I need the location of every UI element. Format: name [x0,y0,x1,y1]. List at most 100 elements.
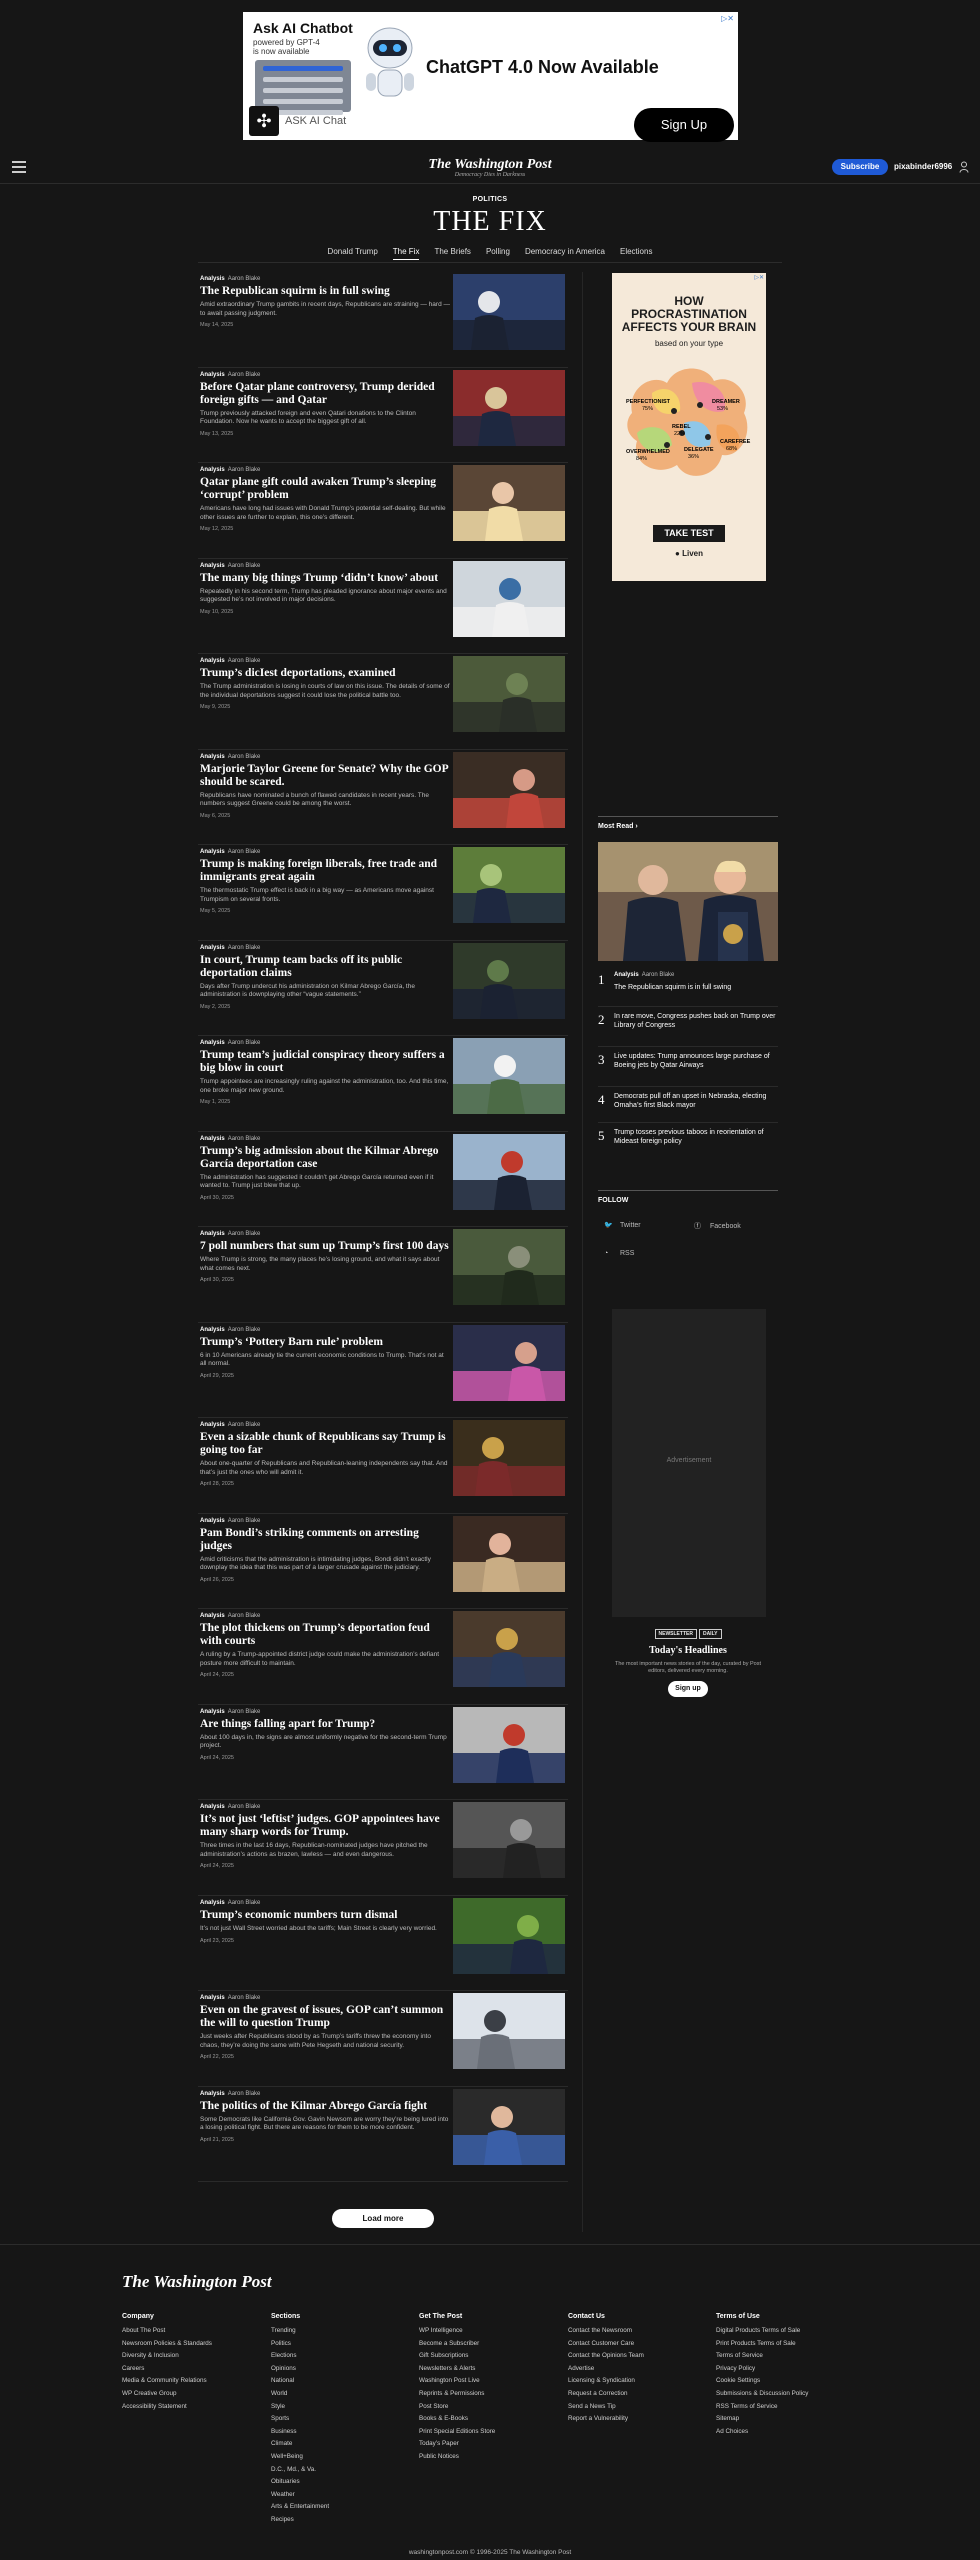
footer-link[interactable]: About The Post [122,2325,262,2338]
footer-link[interactable]: Post Store [419,2401,559,2414]
take-test-button[interactable]: TAKE TEST [653,525,725,542]
article-headline[interactable]: Marjorie Taylor Greene for Senate? Why t… [200,763,450,789]
footer-link[interactable]: Digital Products Terms of Sale [716,2325,856,2338]
most-read-author[interactable]: Aaron Blake [642,972,675,978]
article-thumbnail[interactable] [453,1993,565,2069]
article-author[interactable]: Aaron Blake [228,372,261,378]
article-headline[interactable]: The plot thickens on Trump’s deportation… [200,1622,450,1648]
article-headline[interactable]: It’s not just ‘leftist’ judges. GOP appo… [200,1813,450,1839]
article-author[interactable]: Aaron Blake [228,467,261,473]
rail-advertisement-2[interactable]: Advertisement [612,1309,766,1617]
article-item[interactable]: Analysis Aaron Blake Even on the gravest o… [198,1991,568,2087]
ad-signup-button[interactable]: Sign Up [634,108,734,142]
adchoices-icon[interactable]: ▷✕ [754,274,764,281]
subnav-item-polling[interactable]: Polling [486,247,510,260]
footer-link[interactable]: D.C., Md., & Va. [271,2464,411,2477]
article-thumbnail[interactable] [453,274,565,350]
article-headline[interactable]: Even a sizable chunk of Republicans say … [200,1431,450,1457]
most-read-item[interactable]: 5 Trump tosses previous taboos in reorien… [598,1128,778,1160]
footer-link[interactable]: Submissions & Discussion Policy [716,2388,856,2401]
article-item[interactable]: Analysis Aaron Blake Trump’s dicIest depor… [198,654,568,750]
footer-link[interactable]: Newsletters & Alerts [419,2363,559,2376]
footer-link[interactable]: Today’s Paper [419,2438,559,2451]
most-read-headline[interactable]: Live updates: Trump announces large purc… [614,1052,778,1070]
subscribe-button[interactable]: Subscribe [832,159,888,175]
article-headline[interactable]: Trump team’s judicial conspiracy theory … [200,1049,450,1075]
footer-link[interactable]: Report a Vulnerability [568,2413,708,2426]
article-headline[interactable]: Before Qatar plane controversy, Trump de… [200,381,450,407]
article-item[interactable]: Analysis Aaron Blake The politics of the K… [198,2087,568,2182]
footer-link[interactable]: Media & Community Relations [122,2375,262,2388]
top-advertisement[interactable]: ▷✕ Ask AI Chatbot powered by GPT-4 is no… [243,12,738,142]
article-item[interactable]: Analysis Aaron Blake Trump’s economic numb… [198,1896,568,1991]
most-read-headline[interactable]: In rare move, Congress pushes back on Tr… [614,1012,778,1030]
footer-link[interactable]: RSS Terms of Service [716,2401,856,2414]
article-item[interactable]: Analysis Aaron Blake Qatar plane gift coul… [198,463,568,559]
article-item[interactable]: Analysis Aaron Blake In court, Trump team … [198,941,568,1036]
footer-link[interactable]: Licensing & Syndication [568,2375,708,2388]
footer-link[interactable]: Terms of Service [716,2350,856,2363]
article-thumbnail[interactable] [453,1706,565,1783]
footer-link[interactable]: Opinions [271,2363,411,2376]
subnav-item-donald-trump[interactable]: Donald Trump [328,247,378,260]
article-author[interactable]: Aaron Blake [228,658,261,664]
article-thumbnail[interactable] [453,1802,565,1878]
article-headline[interactable]: Trump’s economic numbers turn dismal [200,1909,450,1922]
article-author[interactable]: Aaron Blake [228,1709,261,1715]
article-headline[interactable]: The Republican squirm is in full swing [200,285,450,298]
username-link[interactable]: pixabinder6996 [894,162,952,171]
most-read-heading[interactable]: Most Read › [598,823,638,830]
article-item[interactable]: Analysis Aaron Blake Before Qatar plane co… [198,368,568,463]
article-author[interactable]: Aaron Blake [228,1804,261,1810]
subnav-item-elections[interactable]: Elections [620,247,652,260]
article-item[interactable]: Analysis Aaron Blake Are things falling ap… [198,1705,568,1800]
article-author[interactable]: Aaron Blake [228,1613,261,1619]
article-author[interactable]: Aaron Blake [228,1231,261,1237]
article-author[interactable]: Aaron Blake [228,945,261,951]
article-headline[interactable]: 7 poll numbers that sum up Trump’s first… [200,1240,450,1253]
article-item[interactable]: Analysis Aaron Blake Trump’s big admission… [198,1132,568,1227]
article-thumbnail[interactable] [453,751,565,828]
footer-link[interactable]: Privacy Policy [716,2363,856,2376]
footer-link[interactable]: Send a News Tip [568,2401,708,2414]
footer-link[interactable]: Contact the Opinions Team [568,2350,708,2363]
footer-link[interactable]: Contact Customer Care [568,2338,708,2351]
footer-link[interactable]: Climate [271,2438,411,2451]
article-item[interactable]: Analysis Aaron Blake Trump is making forei… [198,845,568,941]
article-author[interactable]: Aaron Blake [228,1900,261,1906]
footer-link[interactable]: Print Products Terms of Sale [716,2338,856,2351]
adchoices-icon[interactable]: ▷✕ [721,14,734,23]
footer-link[interactable]: Business [271,2426,411,2439]
most-read-headline[interactable]: Democrats pull off an upset in Nebraska,… [614,1092,778,1110]
most-read-image[interactable] [598,842,778,961]
footer-link[interactable]: Sports [271,2413,411,2426]
article-author[interactable]: Aaron Blake [228,1327,261,1333]
article-thumbnail[interactable] [453,1515,565,1592]
footer-link[interactable]: Diversity & Inclusion [122,2350,262,2363]
article-headline[interactable]: Trump is making foreign liberals, free t… [200,858,450,884]
footer-link[interactable]: Elections [271,2350,411,2363]
rail-advertisement[interactable]: ▷✕ HOW PROCRASTINATION AFFECTS YOUR BRAI… [612,273,766,581]
subnav-item-the-briefs[interactable]: The Briefs [434,247,470,260]
article-thumbnail[interactable] [453,2088,565,2165]
article-headline[interactable]: The politics of the Kilmar Abrego García… [200,2100,450,2113]
footer-link[interactable]: Politics [271,2338,411,2351]
article-author[interactable]: Aaron Blake [228,276,261,282]
article-thumbnail[interactable] [453,847,565,923]
article-headline[interactable]: Are things falling apart for Trump? [200,1718,450,1731]
twitter-link[interactable]: 🐦 Twitter [604,1221,641,1229]
user-icon[interactable] [959,161,969,173]
footer-link[interactable]: Advertise [568,2363,708,2376]
footer-link[interactable]: WP Intelligence [419,2325,559,2338]
article-item[interactable]: Analysis Aaron Blake Pam Bondi’s striking … [198,1514,568,1609]
footer-link[interactable]: Books & E-Books [419,2413,559,2426]
article-thumbnail[interactable] [453,369,565,446]
article-author[interactable]: Aaron Blake [228,2091,261,2097]
footer-link[interactable]: Trending [271,2325,411,2338]
article-author[interactable]: Aaron Blake [228,1136,261,1142]
article-thumbnail[interactable] [453,465,565,541]
article-thumbnail[interactable] [453,1420,565,1496]
article-item[interactable]: Analysis Aaron Blake Trump team’s judicial… [198,1036,568,1132]
article-item[interactable]: Analysis Aaron Blake The Republican squirm… [198,272,568,368]
article-headline[interactable]: Trump’s dicIest deportations, examined [200,667,450,680]
